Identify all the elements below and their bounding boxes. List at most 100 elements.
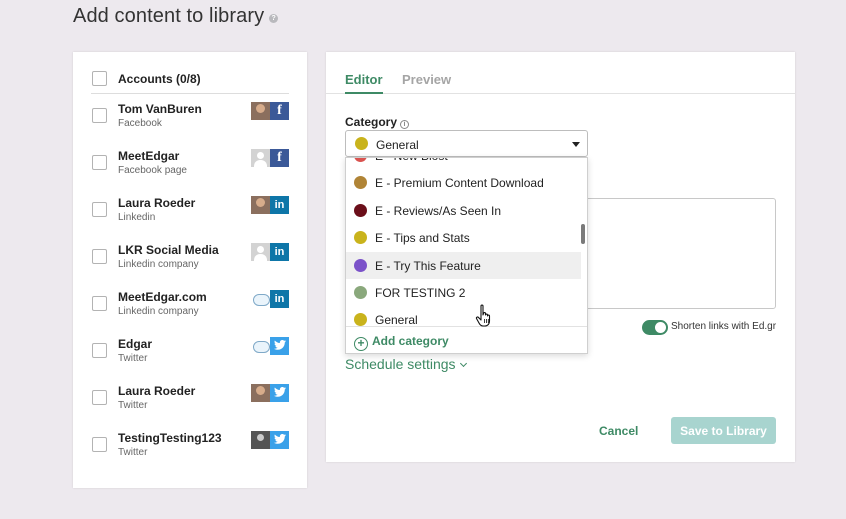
select-all-accounts-checkbox[interactable] <box>92 71 107 86</box>
category-option[interactable]: E - Try This Feature <box>346 251 581 279</box>
tab-preview[interactable]: Preview <box>402 72 451 87</box>
category-option-label: FOR TESTING 2 <box>375 286 466 300</box>
account-row[interactable]: MeetEdgar.com Linkedin company in <box>73 290 307 322</box>
linkedin-icon: in <box>270 243 289 261</box>
cancel-button[interactable]: Cancel <box>599 424 638 438</box>
plus-circle-icon: + <box>354 337 368 351</box>
category-option[interactable]: E - Tips and Stats <box>346 224 581 251</box>
linkedin-icon: in <box>270 290 289 308</box>
account-row[interactable]: Tom VanBuren Facebook f <box>73 102 307 134</box>
caret-down-icon <box>572 142 580 147</box>
avatar <box>251 196 270 214</box>
save-to-library-button[interactable]: Save to Library <box>671 417 776 444</box>
account-icons: f <box>251 149 289 167</box>
account-type: Linkedin company <box>118 259 199 270</box>
account-icons <box>251 431 289 449</box>
category-dropdown-menu: E - New Blost E - Premium Content Downloa… <box>345 157 588 354</box>
account-checkbox[interactable] <box>92 437 107 452</box>
account-icons: f <box>251 102 289 120</box>
avatar <box>251 149 270 167</box>
account-name: LKR Social Media <box>118 243 219 257</box>
accounts-header-label: Accounts (0/8) <box>118 72 201 86</box>
twitter-icon <box>270 431 289 449</box>
account-name: Laura Roeder <box>118 196 196 210</box>
twitter-icon <box>270 384 289 402</box>
category-color-dot <box>354 286 367 299</box>
account-name: Edgar <box>118 337 153 351</box>
info-icon[interactable]: i <box>400 120 410 129</box>
avatar <box>251 384 270 402</box>
category-option[interactable]: E - New Blost <box>346 158 581 169</box>
account-row[interactable]: Laura Roeder Twitter <box>73 384 307 416</box>
category-select[interactable]: General <box>345 130 588 157</box>
account-type: Facebook page <box>118 165 187 176</box>
account-type: Twitter <box>118 400 148 411</box>
category-options-list[interactable]: E - New Blost E - Premium Content Downloa… <box>346 158 581 326</box>
twitter-icon <box>270 337 289 355</box>
account-type: Facebook <box>118 118 162 129</box>
account-icons <box>251 384 289 402</box>
account-icons <box>251 337 289 355</box>
category-option-label: E - Premium Content Download <box>375 176 544 191</box>
category-color-dot <box>355 137 368 150</box>
avatar <box>251 431 270 449</box>
account-checkbox[interactable] <box>92 155 107 170</box>
category-color-dot <box>354 203 367 217</box>
account-name: Tom VanBuren <box>118 102 202 116</box>
tabs-divider <box>326 93 795 94</box>
account-row[interactable]: MeetEdgar Facebook page f <box>73 149 307 181</box>
account-icons: in <box>251 290 289 308</box>
avatar <box>251 102 270 120</box>
page-title: Add content to library? <box>73 5 279 28</box>
category-option-label: E - Try This Feature <box>375 258 481 273</box>
shorten-links-toggle[interactable] <box>642 320 668 335</box>
hand-pointer-icon <box>475 304 491 327</box>
facebook-icon: f <box>270 149 289 167</box>
avatar <box>251 243 270 261</box>
account-checkbox[interactable] <box>92 343 107 358</box>
account-checkbox[interactable] <box>92 296 107 311</box>
account-name: MeetEdgar.com <box>118 290 207 304</box>
account-name: Laura Roeder <box>118 384 196 398</box>
dropdown-divider <box>346 326 587 327</box>
account-row[interactable]: LKR Social Media Linkedin company in <box>73 243 307 275</box>
account-checkbox[interactable] <box>92 249 107 264</box>
chevron-down-icon <box>459 359 467 368</box>
category-option[interactable]: E - Premium Content Download <box>346 169 581 196</box>
account-type: Twitter <box>118 447 148 458</box>
account-checkbox[interactable] <box>92 108 107 123</box>
account-type: Linkedin <box>118 212 156 223</box>
account-row[interactable]: Laura Roeder Linkedin in <box>73 196 307 228</box>
dropdown-scrollbar[interactable] <box>581 224 585 244</box>
account-icons: in <box>251 243 289 261</box>
category-color-dot <box>354 313 367 326</box>
tab-editor[interactable]: Editor <box>345 72 383 87</box>
account-row[interactable]: Edgar Twitter <box>73 337 307 369</box>
category-color-dot <box>354 176 367 190</box>
category-option-label: E - Tips and Stats <box>375 231 470 246</box>
linkedin-icon: in <box>270 196 289 214</box>
account-name: MeetEdgar <box>118 149 180 163</box>
account-icons: in <box>251 196 289 214</box>
help-icon[interactable]: ? <box>269 14 279 23</box>
accounts-panel: Accounts (0/8) Tom VanBuren Facebook f Meet… <box>73 52 307 488</box>
account-type: Linkedin company <box>118 306 199 317</box>
category-color-dot <box>354 158 367 162</box>
accounts-divider <box>91 93 289 94</box>
account-checkbox[interactable] <box>92 390 107 405</box>
category-option[interactable]: FOR TESTING 2 <box>346 279 581 306</box>
category-option[interactable]: E - Reviews/As Seen In <box>346 197 581 224</box>
account-type: Twitter <box>118 353 148 364</box>
account-name: TestingTesting123 <box>118 431 222 445</box>
avatar <box>251 337 270 355</box>
facebook-icon: f <box>270 102 289 120</box>
category-option-label: E - Reviews/As Seen In <box>375 203 502 218</box>
add-category-button[interactable]: + Add category <box>354 334 449 351</box>
schedule-settings-link[interactable]: Schedule settings <box>345 356 467 372</box>
category-option[interactable]: General <box>346 306 581 326</box>
category-option-label: General <box>375 313 418 326</box>
tab-active-underline <box>345 92 383 94</box>
category-color-dot <box>354 231 367 245</box>
account-checkbox[interactable] <box>92 202 107 217</box>
account-row[interactable]: TestingTesting123 Twitter <box>73 431 307 463</box>
